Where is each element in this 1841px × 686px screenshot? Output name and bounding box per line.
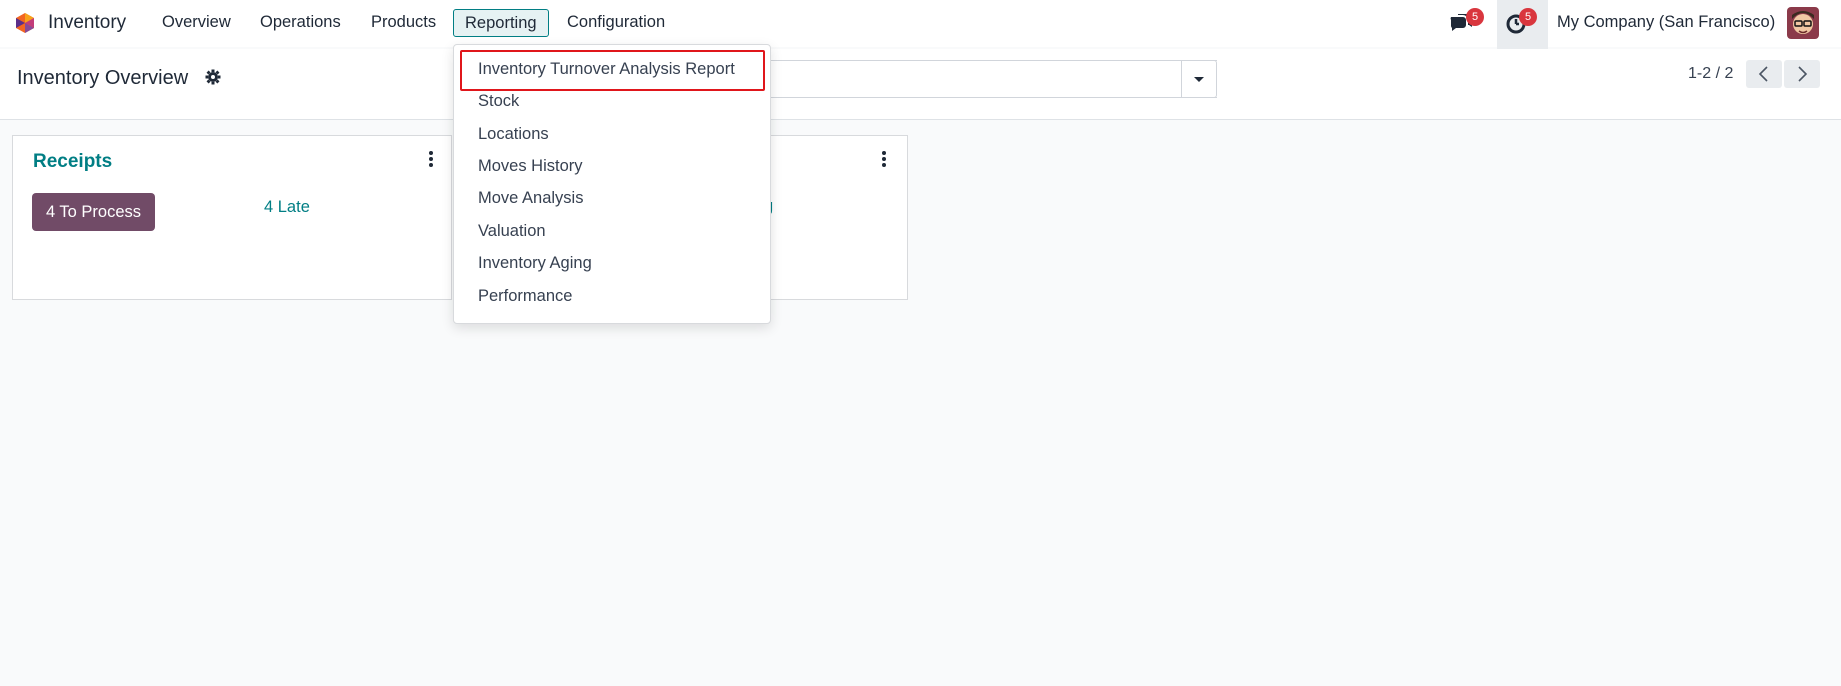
page-title: Inventory Overview	[17, 67, 189, 89]
chevron-right-icon	[1798, 66, 1808, 82]
top-navbar: Inventory Overview Operations Products R…	[0, 0, 1841, 49]
menu-item-valuation[interactable]: Valuation	[478, 219, 546, 243]
card-title[interactable]: Receipts	[33, 151, 112, 173]
pager-previous-button[interactable]	[1746, 60, 1782, 88]
menu-item-move-analysis[interactable]: Move Analysis	[478, 186, 583, 210]
pager-value[interactable]: 1-2 / 2	[1688, 65, 1733, 83]
pager-next-button[interactable]	[1784, 60, 1820, 88]
late-link[interactable]: 4 Late	[264, 198, 310, 217]
kebab-menu-icon[interactable]	[879, 150, 889, 168]
menu-item-inventory-aging[interactable]: Inventory Aging	[478, 251, 592, 275]
menu-reporting[interactable]: Reporting	[453, 9, 549, 37]
menu-item-stock[interactable]: Stock	[478, 89, 519, 113]
chevron-left-icon	[1758, 66, 1768, 82]
menu-item-locations[interactable]: Locations	[478, 122, 549, 146]
menu-item-performance[interactable]: Performance	[478, 284, 572, 308]
search-input[interactable]	[760, 60, 1217, 98]
app-name[interactable]: Inventory	[48, 12, 126, 34]
messages-badge: 5	[1466, 8, 1484, 26]
company-switcher[interactable]: My Company (San Francisco)	[1557, 13, 1775, 32]
gear-icon[interactable]	[205, 69, 221, 85]
menu-operations[interactable]: Operations	[249, 11, 352, 34]
menu-overview[interactable]: Overview	[151, 11, 242, 34]
app-logo-icon[interactable]	[14, 12, 36, 34]
menu-configuration[interactable]: Configuration	[556, 11, 676, 34]
kanban-card-receipts: Receipts 4 To Process 4 Late	[12, 135, 452, 300]
to-process-button[interactable]: 4 To Process	[32, 193, 155, 231]
kebab-menu-icon[interactable]	[426, 150, 436, 168]
control-panel: Inventory Overview 1-2 / 2	[0, 49, 1841, 120]
menu-item-inventory-turnover-analysis-report[interactable]: Inventory Turnover Analysis Report	[478, 57, 735, 81]
menu-products[interactable]: Products	[360, 11, 447, 34]
reporting-dropdown-menu: Inventory Turnover Analysis Report Stock…	[453, 44, 771, 324]
search-options-toggle[interactable]	[1181, 60, 1217, 98]
activities-badge: 5	[1519, 8, 1537, 26]
menu-item-moves-history[interactable]: Moves History	[478, 154, 583, 178]
caret-down-icon	[1194, 77, 1204, 82]
user-avatar[interactable]	[1787, 7, 1819, 39]
